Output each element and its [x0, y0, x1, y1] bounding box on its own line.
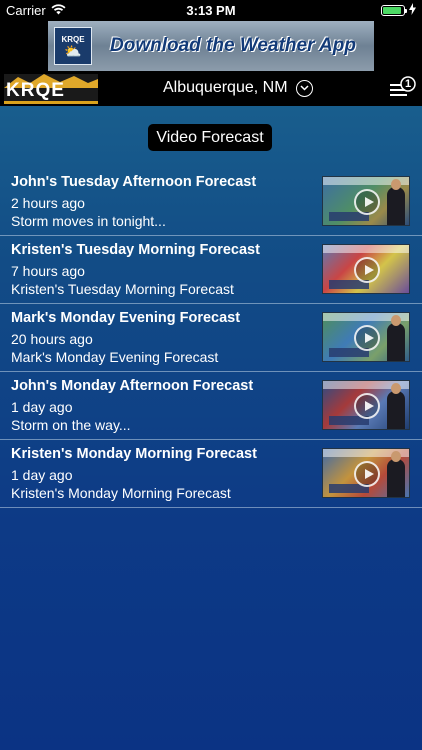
wifi-icon [51, 3, 66, 18]
video-item[interactable]: Kristen's Monday Morning Forecast 1 day … [0, 440, 422, 508]
play-icon[interactable] [354, 189, 380, 215]
ad-bar: KRQE ⛅ Download the Weather App [0, 20, 422, 72]
video-time: 2 hours ago [11, 195, 85, 211]
play-icon[interactable] [354, 393, 380, 419]
status-bar: Carrier 3:13 PM [0, 0, 422, 20]
video-item[interactable]: Kristen's Tuesday Morning Forecast 7 hou… [0, 236, 422, 304]
page-title: Video Forecast [148, 124, 272, 151]
forecaster-figure [387, 451, 405, 497]
video-time: 1 day ago [11, 399, 73, 415]
carrier-label: Carrier [6, 2, 46, 18]
krqe-logo-text: KRQE [6, 80, 65, 101]
play-icon[interactable] [354, 257, 380, 283]
video-thumbnail[interactable] [322, 244, 410, 294]
video-item[interactable]: John's Tuesday Afternoon Forecast 2 hour… [0, 168, 422, 236]
app-header: KRQE Albuquerque, NM 1 [0, 72, 422, 106]
video-description: Kristen's Tuesday Morning Forecast [11, 281, 234, 297]
battery-level [383, 6, 401, 14]
video-description: Kristen's Monday Morning Forecast [11, 485, 231, 501]
play-icon[interactable] [354, 325, 380, 351]
thumbnail-header-band [323, 245, 409, 253]
video-list: John's Tuesday Afternoon Forecast 2 hour… [0, 168, 422, 508]
video-thumbnail[interactable] [322, 380, 410, 430]
forecaster-figure [387, 179, 405, 225]
video-description: Storm moves in tonight... [11, 213, 166, 229]
video-time: 1 day ago [11, 467, 73, 483]
hamburger-menu-icon [390, 76, 416, 96]
video-title: John's Tuesday Afternoon Forecast [11, 174, 257, 190]
video-title: John's Monday Afternoon Forecast [11, 378, 254, 394]
forecaster-figure [387, 383, 405, 429]
video-item[interactable]: Mark's Monday Evening Forecast 20 hours … [0, 304, 422, 372]
video-description: Storm on the way... [11, 417, 131, 433]
video-time: 20 hours ago [11, 331, 93, 347]
battery-icon [381, 4, 407, 16]
cloud-sun-icon: ⛅ [64, 42, 82, 59]
krqe-logo[interactable]: KRQE [4, 74, 98, 104]
video-thumbnail[interactable] [322, 176, 410, 226]
video-item[interactable]: John's Monday Afternoon Forecast 1 day a… [0, 372, 422, 440]
ad-text: Download the Weather App [110, 35, 356, 56]
ad-logo: KRQE ⛅ [54, 27, 92, 65]
play-icon[interactable] [354, 461, 380, 487]
charging-icon [409, 2, 416, 18]
chevron-down-icon [295, 79, 313, 97]
video-thumbnail[interactable] [322, 448, 410, 498]
menu-button[interactable]: 1 [388, 75, 416, 101]
location-selector[interactable]: Albuquerque, NM [163, 79, 313, 97]
video-title: Kristen's Monday Morning Forecast [11, 446, 257, 462]
location-label: Albuquerque, NM [163, 79, 288, 96]
video-title: Kristen's Tuesday Morning Forecast [11, 242, 260, 258]
video-thumbnail[interactable] [322, 312, 410, 362]
forecaster-figure [387, 315, 405, 361]
menu-badge: 1 [405, 78, 412, 90]
video-description: Mark's Monday Evening Forecast [11, 349, 219, 365]
video-title: Mark's Monday Evening Forecast [11, 310, 241, 326]
video-time: 7 hours ago [11, 263, 85, 279]
weather-app-ad[interactable]: KRQE ⛅ Download the Weather App [48, 21, 374, 71]
